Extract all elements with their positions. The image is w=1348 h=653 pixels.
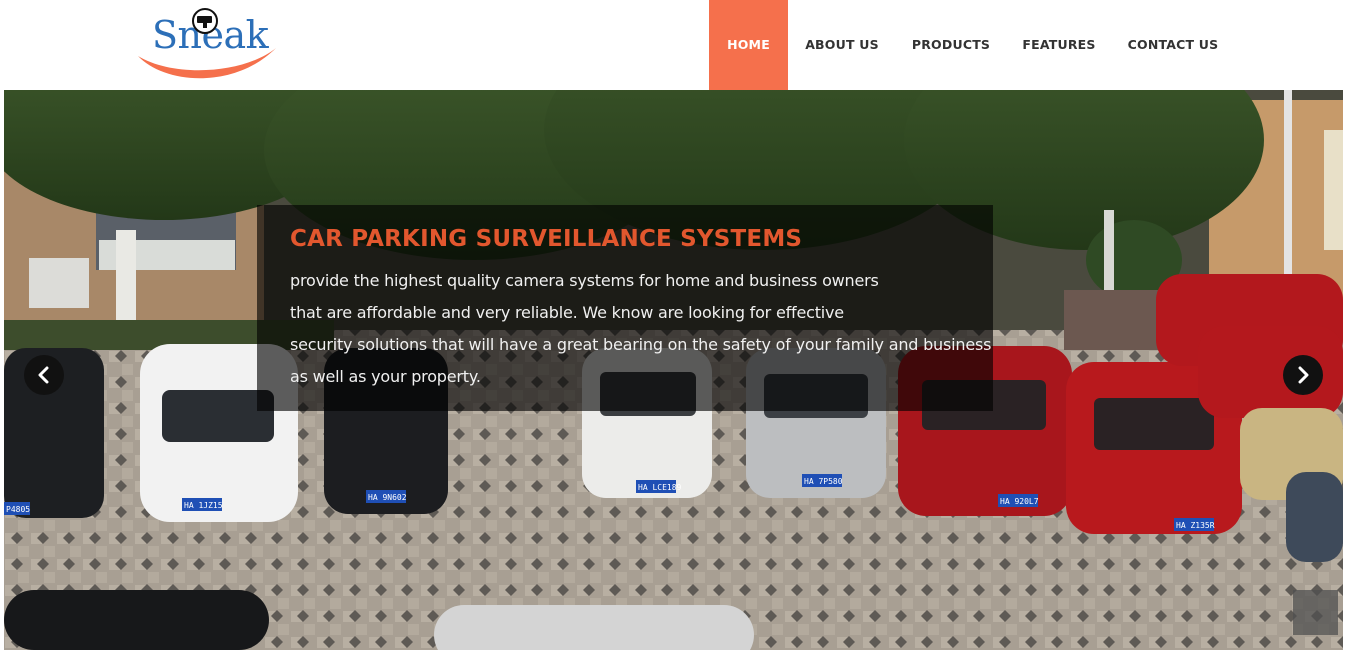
nav-features[interactable]: FEATURES <box>1018 0 1100 90</box>
plate-4: HA LCE189 <box>638 483 682 492</box>
sneak-logo[interactable]: Sneak <box>134 6 280 86</box>
nav-contact-us[interactable]: CONTACT US <box>1122 0 1224 90</box>
hero-text-line-1: provide the highest quality camera syste… <box>290 271 879 290</box>
slider-prev-button[interactable] <box>24 355 64 395</box>
plate-2: HA 1JZ15 <box>184 501 223 510</box>
plate-5: HA 7P580 <box>804 477 843 486</box>
nav-products[interactable]: PRODUCTS <box>906 0 996 90</box>
logo-swoosh <box>138 48 276 79</box>
hero-title: CAR PARKING SURVEILLANCE SYSTEMS <box>290 226 803 252</box>
nav-home[interactable]: HOME <box>709 0 788 90</box>
slider-next-button[interactable] <box>1283 355 1323 395</box>
plate-7: HA Z135R <box>1176 521 1215 530</box>
scroll-top-button[interactable] <box>1293 590 1338 635</box>
plate-1: P4805 <box>6 505 30 514</box>
plate-6: HA 920L7 <box>1000 497 1039 506</box>
chevron-left-icon <box>38 366 49 384</box>
camera-icon <box>192 8 218 34</box>
chevron-right-icon <box>1298 366 1309 384</box>
hero-text-line-4: as well as your property. <box>290 367 481 386</box>
hero-text-line-3: security solutions that will have a grea… <box>290 335 992 354</box>
site-header: Sneak HOME ABOUT US PRODUCTS FEATURES CO… <box>0 0 1348 90</box>
hero-text-line-2: that are affordable and very reliable. W… <box>290 303 844 322</box>
plate-3: HA 9N602 <box>368 493 407 502</box>
nav-about-us[interactable]: ABOUT US <box>800 0 884 90</box>
